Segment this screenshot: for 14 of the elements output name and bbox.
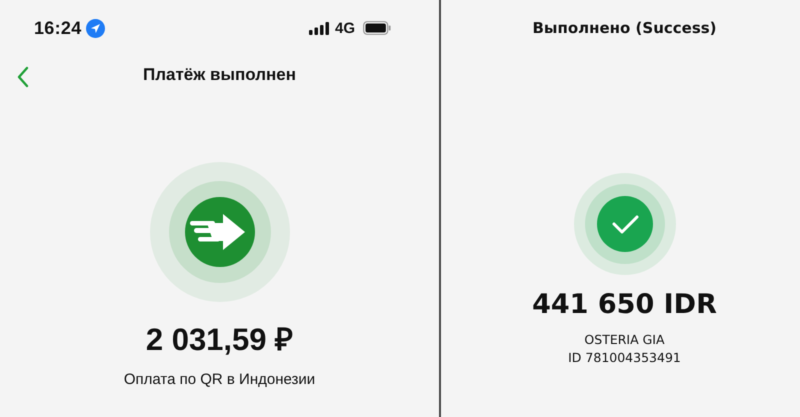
status-time: 16:24 xyxy=(34,18,82,38)
transaction-id: ID 781004353491 xyxy=(568,349,681,367)
receipt-title: Выполнено (Success) xyxy=(532,18,717,39)
payment-amount: 2 031,59 ₽ xyxy=(146,322,294,358)
signal-icon xyxy=(308,22,329,34)
merchant-name: OSTERIA GIA xyxy=(584,331,665,349)
network-label: 4G xyxy=(334,20,355,36)
receipt-amount: 441 650 IDR xyxy=(532,288,717,322)
checkmark-icon xyxy=(574,173,676,275)
back-chevron-icon[interactable] xyxy=(16,66,30,88)
location-icon xyxy=(86,18,105,38)
screen-title: Платёж выполнен xyxy=(142,65,296,85)
payment-description: Оплата по QR в Индонезии xyxy=(124,370,316,390)
battery-icon xyxy=(363,21,391,35)
